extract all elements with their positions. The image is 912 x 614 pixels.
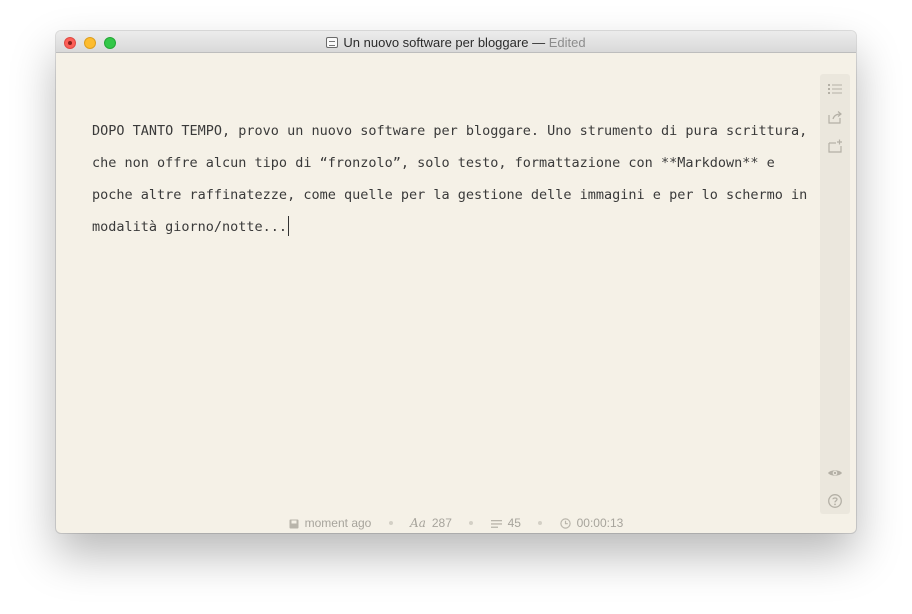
share-button[interactable] bbox=[827, 109, 843, 125]
sidebar-toolbar bbox=[820, 74, 850, 514]
text-editor[interactable]: DOPO TANTO TEMPO, provo un nuovo softwar… bbox=[92, 115, 816, 243]
editor-window: Un nuovo software per bloggare — Edited … bbox=[56, 31, 856, 533]
document-title: Un nuovo software per bloggare bbox=[343, 35, 529, 50]
clock-icon bbox=[559, 518, 571, 529]
word-count-value: 287 bbox=[431, 515, 452, 530]
edited-status: Edited bbox=[548, 35, 586, 50]
list-button[interactable] bbox=[827, 81, 843, 97]
line-count-value: 45 bbox=[507, 515, 521, 530]
share-icon bbox=[828, 111, 842, 124]
help-button[interactable] bbox=[827, 493, 843, 509]
title-separator: — bbox=[532, 35, 546, 50]
list-icon bbox=[828, 84, 842, 94]
separator-dot bbox=[388, 520, 393, 525]
reading-time-value: 00:00:13 bbox=[576, 515, 624, 530]
help-icon bbox=[828, 494, 842, 508]
editor-text[interactable]: DOPO TANTO TEMPO, provo un nuovo softwar… bbox=[92, 123, 815, 235]
title-bar[interactable]: Un nuovo software per bloggare — Edited bbox=[56, 31, 856, 53]
save-status: moment ago bbox=[289, 514, 372, 532]
separator-dot bbox=[538, 520, 543, 525]
preview-eye-icon bbox=[828, 470, 842, 476]
font-aa-icon: Aa bbox=[410, 515, 426, 530]
reading-time: 00:00:13 bbox=[559, 514, 624, 532]
export-icon bbox=[828, 139, 842, 153]
separator-dot bbox=[469, 520, 474, 525]
text-caret bbox=[288, 216, 290, 236]
save-status-label: moment ago bbox=[304, 515, 372, 530]
line-count: 45 bbox=[490, 514, 521, 532]
document-icon bbox=[326, 37, 339, 48]
status-bar: moment ago Aa 287 45 00:00:13 bbox=[56, 513, 856, 533]
word-count: Aa 287 bbox=[410, 514, 452, 532]
desktop: Un nuovo software per bloggare — Edited … bbox=[0, 0, 912, 614]
export-button[interactable] bbox=[827, 138, 843, 154]
window-title: Un nuovo software per bloggare — Edited bbox=[56, 35, 856, 50]
lines-icon bbox=[490, 519, 502, 528]
save-disk-icon bbox=[289, 519, 299, 529]
preview-button[interactable] bbox=[827, 465, 843, 481]
